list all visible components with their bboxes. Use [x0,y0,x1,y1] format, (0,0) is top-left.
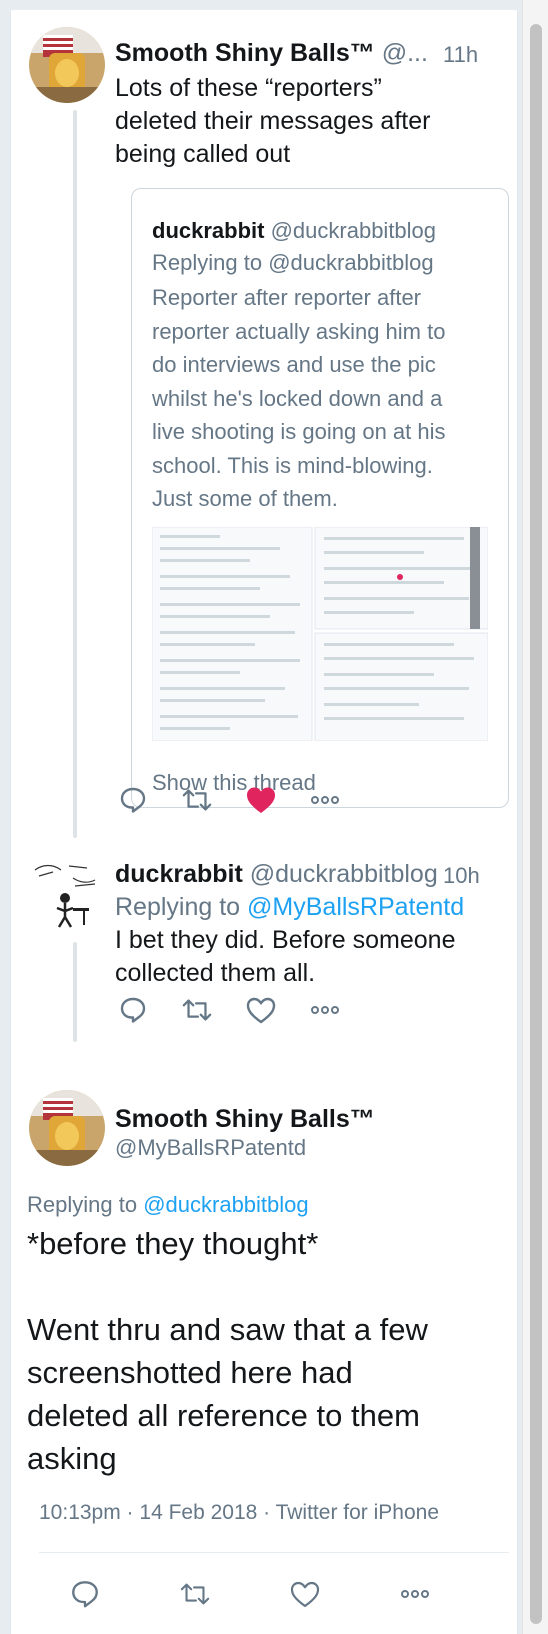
text-line: Just some of them. [152,486,338,511]
quoted-text: Reporter after reporter after reporter a… [152,281,492,516]
tweet-text: Lots of these “reporters” deleted their … [115,72,475,171]
tweet-actions [117,994,373,1026]
replying-handle-link[interactable]: @MyBallsRPatentd [247,893,464,921]
tweet-meta[interactable]: 10:13pm · 14 Feb 2018 · Twitter for iPho… [39,1501,439,1525]
replying-prefix: Replying to [115,893,241,921]
tweet-text: I bet they did. Before someone collected… [115,924,495,990]
retweet-button[interactable] [179,1578,211,1610]
more-icon [311,796,339,804]
quoted-display-name: duckrabbit [152,218,265,243]
retweet-button[interactable] [181,994,213,1026]
reply-icon [120,787,146,813]
tweet-text: *before they thought* Went thru and saw … [27,1222,507,1480]
timestamp[interactable]: 10h [443,861,480,891]
reply-icon [72,1581,98,1608]
replying-prefix: Replying to [152,250,263,275]
text-line: collected them all. [115,959,316,987]
like-icon [290,1581,320,1608]
conversation-card: Smooth Shiny Balls™ @... 11h Lots of the… [10,10,518,1634]
user-handle[interactable]: @... [382,39,428,67]
tweet-header: Smooth Shiny Balls™ [115,1104,375,1134]
quoted-header: duckrabbit @duckrabbitblog [152,215,436,247]
more-icon [311,1006,339,1014]
replying-handle-link[interactable]: @duckrabbitblog [143,1192,308,1217]
text-line: reporter actually asking him to [152,318,446,344]
text-line: *before they thought* [27,1226,319,1261]
user-handle[interactable]: @MyBallsRPatentd [115,1135,306,1160]
more-icon [401,1590,429,1598]
like-button[interactable] [289,1578,321,1610]
reply-icon [120,997,146,1023]
text-line: whilst he's locked down and a [152,385,443,411]
text-line: live shooting is going on at his [152,419,446,444]
text-line: do interviews and use the pic [152,352,436,377]
replying-handle: @duckrabbitblog [268,250,434,275]
text-line: school. This is mind-blowing. [152,452,433,478]
reply-button[interactable] [69,1578,101,1610]
like-icon [247,787,275,813]
display-name[interactable]: Smooth Shiny Balls™ [115,39,375,67]
tweet-header: Smooth Shiny Balls™ @... [115,38,428,68]
avatar[interactable] [29,27,105,103]
scrollbar-thumb[interactable] [530,24,542,1624]
text-line: deleted all reference to them [27,1398,420,1433]
retweet-button[interactable] [181,784,213,816]
display-name[interactable]: duckrabbit [115,860,243,888]
text-line: Lots of these “reporters” [115,74,382,102]
more-button[interactable] [399,1578,431,1610]
quoted-screenshots-image[interactable] [151,526,489,742]
avatar[interactable] [29,858,105,934]
quoted-replying-to: Replying to @duckrabbitblog [152,247,434,279]
timestamp[interactable]: 11h [443,40,478,70]
tweet-header: duckrabbit @duckrabbitblog [115,859,438,889]
thread-line [73,110,77,838]
display-name[interactable]: Smooth Shiny Balls™ [115,1105,375,1133]
tweet-actions [117,784,373,816]
user-handle-row: @MyBallsRPatentd [115,1133,306,1163]
retweet-icon [180,1583,210,1605]
user-handle[interactable]: @duckrabbitblog [250,860,438,888]
retweet-icon [182,789,212,811]
text-line [27,1265,507,1308]
reply-button[interactable] [117,994,149,1026]
tweet-actions [69,1578,463,1610]
more-button[interactable] [309,784,341,816]
text-line: I bet they did. Before someone [115,926,456,954]
text-line: asking [27,1441,117,1476]
text-line: Went thru and saw that a few [27,1312,428,1347]
quoted-handle: @duckrabbitblog [270,218,437,243]
replying-to: Replying to @MyBallsRPatentd [115,891,464,924]
avatar[interactable] [29,1090,105,1166]
thread-line [73,942,77,1042]
like-button[interactable] [245,994,277,1026]
divider [39,1552,509,1553]
reply-button[interactable] [117,784,149,816]
replying-prefix: Replying to [27,1192,138,1217]
like-button[interactable] [245,784,277,816]
text-line: Reporter after reporter after [152,285,422,310]
retweet-icon [182,999,212,1021]
text-line: screenshotted here had [27,1355,353,1390]
scrollbar[interactable] [522,0,548,1634]
like-icon [246,997,276,1024]
text-line: being called out [115,140,291,168]
text-line: deleted their messages after [115,107,431,135]
more-button[interactable] [309,994,341,1026]
replying-to: Replying to @duckrabbitblog [27,1188,309,1221]
quoted-tweet[interactable]: duckrabbit @duckrabbitblog Replying to @… [131,188,509,808]
